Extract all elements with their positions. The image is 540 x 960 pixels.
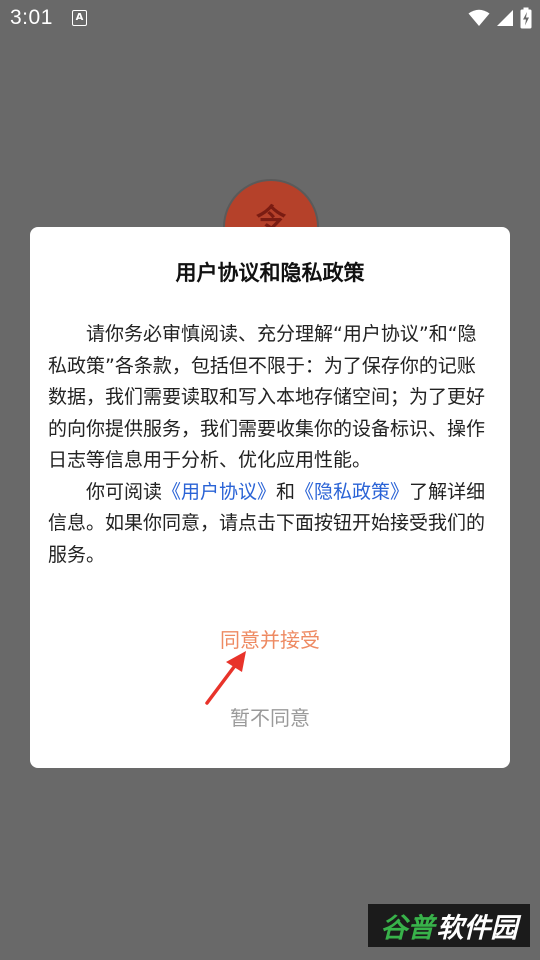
dialog-paragraph-1: 请你务必审慎阅读、充分理解“用户协议”和“隐私政策”各条款，包括但不限于：为了保… (48, 323, 486, 471)
dialog-paragraph-2: 你可阅读《用户协议》和《隐私政策》了解详细信息。如果你同意，请点击下面按钮开始接… (48, 477, 494, 572)
notification-a-icon: A (72, 10, 87, 26)
status-icons (468, 6, 532, 30)
status-bar: 3:01 A (0, 0, 540, 36)
decline-button[interactable]: 暂不同意 (170, 701, 370, 735)
privacy-policy-link[interactable]: 《隐私政策》 (295, 481, 409, 503)
watermark-text-2: 软件园 (436, 913, 518, 944)
dialog-title: 用户协议和隐私政策 (175, 261, 365, 285)
battery-charging-icon (520, 7, 532, 29)
watermark-logo: 谷普 软件园 (368, 904, 530, 947)
watermark-text-1: 谷普 (380, 913, 435, 944)
user-agreement-link[interactable]: 《用户协议》 (162, 481, 276, 503)
accept-button[interactable]: 同意并接受 (170, 623, 370, 657)
paragraph-2-middle: 和 (276, 480, 296, 503)
status-time: 3:01 (10, 6, 53, 29)
dialog-body: 请你务必审慎阅读、充分理解“用户协议”和“隐私政策”各条款，包括但不限于：为了保… (48, 319, 494, 571)
wifi-icon (468, 9, 490, 26)
privacy-dialog: 用户协议和隐私政策 请你务必审慎阅读、充分理解“用户协议”和“隐私政策”各条款，… (30, 227, 510, 768)
paragraph-2-prefix: 你可阅读 (86, 480, 163, 503)
cellular-signal-icon (497, 10, 513, 26)
